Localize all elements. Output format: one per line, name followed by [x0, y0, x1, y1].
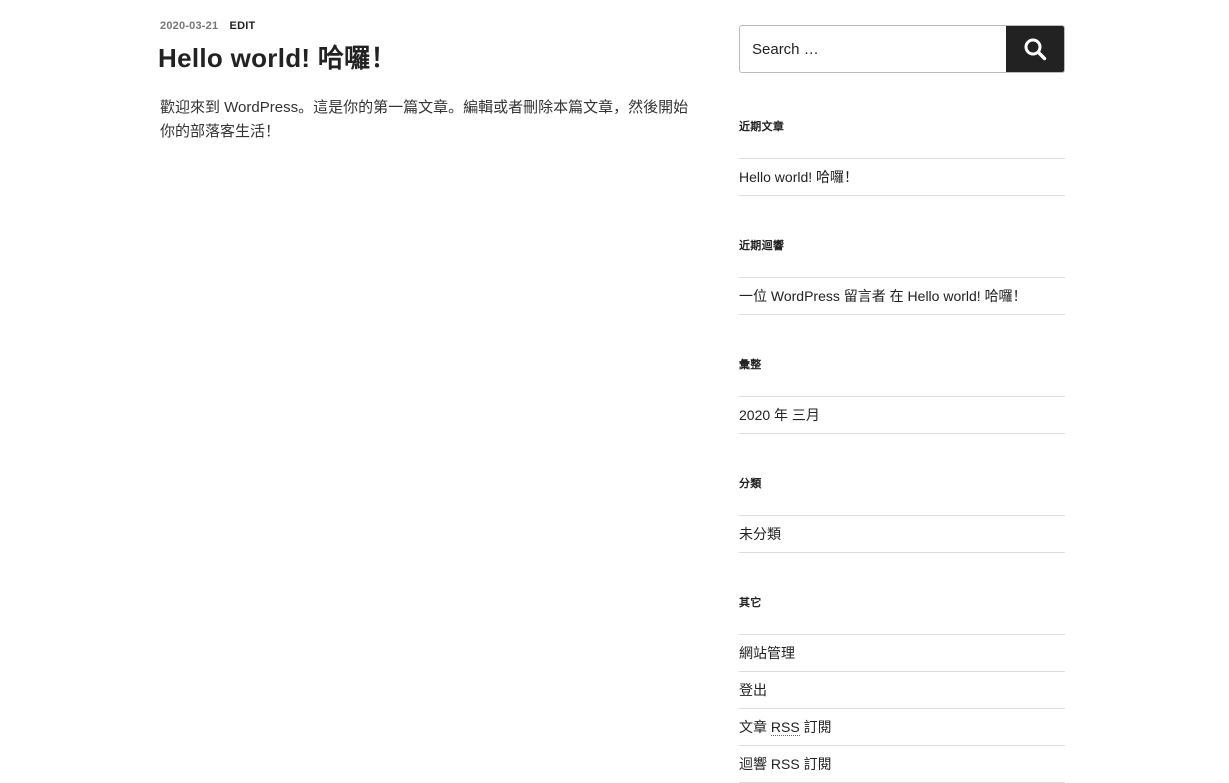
meta-widget: 其它 網站管理 登出 文章 RSS 訂閱 迴響 RSS 訂閱 [739, 593, 1065, 783]
recent-comments-list: 一位 WordPress 留言者 在 Hello world! 哈囉！ [739, 277, 1065, 315]
edit-post-link[interactable]: EDIT [230, 20, 256, 32]
recent-comments-widget: 近期迴響 一位 WordPress 留言者 在 Hello world! 哈囉！ [739, 236, 1065, 315]
widget-title-recent-posts: 近期文章 [739, 121, 785, 133]
comment-post-link[interactable]: Hello world! 哈囉！ [908, 288, 1027, 304]
entries-rss-suffix: 訂閱 [803, 719, 832, 735]
search-form [739, 25, 1065, 73]
list-item: 文章 RSS 訂閱 [739, 709, 1065, 746]
comments-rss-abbr: RSS [770, 756, 800, 772]
comment-author-link[interactable]: 一位 WordPress 留言者 [739, 288, 886, 304]
recent-posts-widget: 近期文章 Hello world! 哈囉！ [739, 117, 1065, 196]
entries-rss-prefix: 文章 [739, 719, 767, 735]
post-content: 歡迎來到 WordPress。這是你的第一篇文章。編輯或者刪除本篇文章，然後開始… [160, 99, 689, 140]
comments-rss-suffix: 訂閱 [803, 756, 832, 772]
archives-widget: 彙整 2020 年 三月 [739, 355, 1065, 434]
list-item: 登出 [739, 672, 1065, 709]
post-title: Hello world! 哈囉！ [158, 43, 397, 73]
widget-title-categories: 分類 [739, 478, 762, 490]
archives-list: 2020 年 三月 [739, 396, 1065, 434]
list-item: 迴響 RSS 訂閱 [739, 746, 1065, 783]
post-date-link[interactable]: 2020-03-21 [160, 20, 218, 32]
search-button[interactable] [1006, 26, 1064, 72]
entries-rss-abbr: RSS [770, 719, 800, 736]
widget-title-archives: 彙整 [739, 359, 762, 371]
categories-widget: 分類 未分類 [739, 474, 1065, 553]
list-item: 網站管理 [739, 635, 1065, 672]
widget-title-recent-comments: 近期迴響 [739, 240, 785, 252]
archive-link[interactable]: 2020 年 三月 [739, 407, 820, 423]
recent-post-link[interactable]: Hello world! 哈囉！ [739, 169, 858, 185]
sidebar: 近期文章 Hello world! 哈囉！ 近期迴響 一位 WordPress … [739, 25, 1065, 783]
comments-rss-link[interactable]: 迴響 RSS 訂閱 [739, 756, 832, 772]
category-link[interactable]: 未分類 [739, 526, 781, 542]
logout-link[interactable]: 登出 [739, 682, 767, 698]
list-item: 一位 WordPress 留言者 在 Hello world! 哈囉！ [739, 278, 1065, 315]
categories-list: 未分類 [739, 515, 1065, 553]
post-meta: 2020-03-21 EDIT [160, 20, 255, 32]
meta-list: 網站管理 登出 文章 RSS 訂閱 迴響 RSS 訂閱 [739, 634, 1065, 783]
widget-title-meta: 其它 [739, 597, 762, 609]
recent-posts-list: Hello world! 哈囉！ [739, 158, 1065, 196]
comments-rss-prefix: 迴響 [739, 756, 767, 772]
list-item: 未分類 [739, 516, 1065, 553]
search-icon [1024, 38, 1047, 61]
entries-rss-link[interactable]: 文章 RSS 訂閱 [739, 719, 832, 736]
comment-connector: 在 [889, 288, 904, 304]
site-admin-link[interactable]: 網站管理 [739, 645, 795, 661]
list-item: Hello world! 哈囉！ [739, 159, 1065, 196]
list-item: 2020 年 三月 [739, 397, 1065, 434]
